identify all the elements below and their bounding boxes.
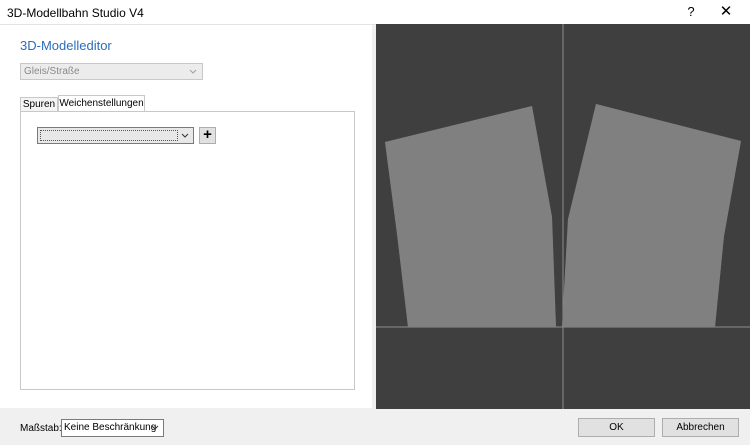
plus-icon: + [203,126,212,143]
window-title: 3D-Modellbahn Studio V4 [7,6,144,20]
chevron-down-icon [151,425,159,430]
scale-select-value: Keine Beschränkung [64,422,157,433]
category-select-value: Gleis/Straße [24,66,80,77]
editor-heading: 3D-Modelleditor [20,38,112,53]
scale-label: Maßstab: [20,423,62,434]
chevron-down-icon [189,69,197,74]
tab-spuren-label: Spuren [22,99,56,110]
help-icon[interactable]: ? [680,2,702,22]
cancel-button[interactable]: Abbrechen [662,418,739,437]
track-model-right [562,104,741,327]
tab-weichenstellungen[interactable]: Weichenstellungen [58,95,145,112]
category-select: Gleis/Straße [20,63,203,80]
track-model-left [385,106,556,327]
add-setting-button[interactable]: + [199,127,216,144]
3d-viewport[interactable] [376,24,750,409]
scale-select[interactable]: Keine Beschränkung [61,419,164,437]
ok-button[interactable]: OK [578,418,655,437]
3d-scene [376,24,750,409]
title-bar: 3D-Modellbahn Studio V4 ? ✕ [0,0,750,25]
tab-weichenstellungen-label: Weichenstellungen [59,98,144,109]
focus-rectangle [40,130,178,141]
footer-bar: Maßstab: Keine Beschränkung OK Abbrechen [0,409,750,445]
tab-spuren[interactable]: Spuren [20,97,58,112]
chevron-down-icon [181,133,189,138]
switch-setting-select[interactable] [37,127,194,144]
editor-panel: 3D-Modelleditor Gleis/Straße Spuren Weic… [0,25,372,408]
tab-page-weichenstellungen: + [20,111,355,390]
close-icon[interactable]: ✕ [710,2,742,22]
